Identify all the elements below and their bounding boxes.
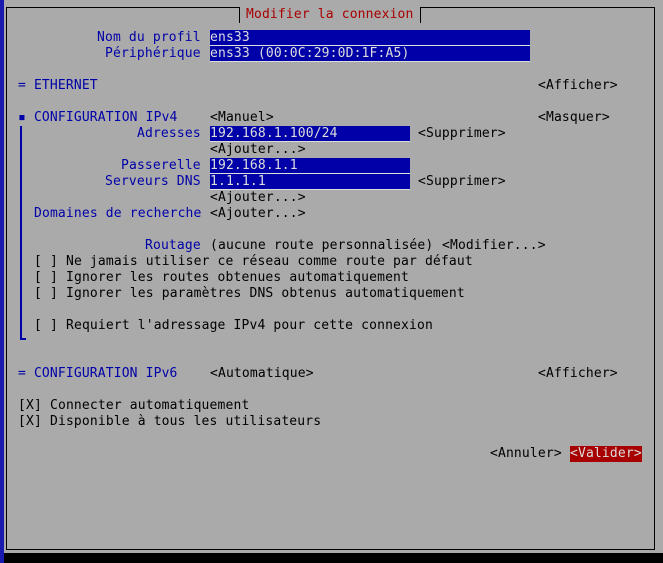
ignore-routes-checkbox[interactable]: [ ] — [34, 270, 58, 286]
address-input[interactable]: 192.168.1.100/24 — [210, 126, 410, 142]
dns-input[interactable]: 1.1.1.1 — [210, 174, 410, 190]
ipv4-hide-button[interactable]: <Masquer> — [538, 110, 610, 126]
device-label: Périphérique — [105, 46, 201, 61]
dns-add-button[interactable]: <Ajouter...> — [210, 190, 306, 206]
routing-value: (aucune route personnalisée) — [210, 238, 434, 253]
all-users-label: Disponible à tous les utilisateurs — [50, 414, 322, 429]
ok-button[interactable]: <Valider> — [570, 446, 642, 462]
routing-label: Routage — [145, 238, 201, 253]
gateway-label: Passerelle — [121, 158, 201, 173]
addresses-label: Adresses — [137, 126, 201, 141]
ethernet-section-label: = ETHERNET — [18, 78, 98, 93]
ipv6-mode-select[interactable]: <Automatique> — [210, 366, 314, 382]
ignore-dns-label: Ignorer les paramètres DNS obtenus autom… — [66, 286, 465, 301]
require-ipv4-checkbox[interactable]: [ ] — [34, 318, 58, 334]
ignore-routes-label: Ignorer les routes obtenues automatiquem… — [66, 270, 409, 285]
dns-remove-button[interactable]: <Supprimer> — [418, 174, 506, 190]
never-default-label: Ne jamais utiliser ce réseau comme route… — [66, 254, 473, 269]
device-input[interactable]: ens33 (00:0C:29:0D:1F:A5) — [210, 46, 530, 62]
ipv4-mode-select[interactable]: <Manuel> — [210, 110, 274, 126]
profile-name-input[interactable]: ens33 — [210, 30, 530, 46]
ethernet-show-button[interactable]: <Afficher> — [538, 78, 618, 94]
cancel-button[interactable]: <Annuler> — [490, 446, 562, 462]
profile-name-label: Nom du profil — [97, 30, 201, 45]
dialog-title: Modifier la connexion — [239, 7, 421, 23]
search-domains-add-button[interactable]: <Ajouter...> — [210, 206, 306, 222]
all-users-checkbox[interactable]: [X] — [18, 414, 42, 430]
autoconnect-label: Connecter automatiquement — [50, 398, 250, 413]
routing-edit-button[interactable]: <Modifier...> — [442, 238, 546, 254]
address-add-button[interactable]: <Ajouter...> — [210, 142, 306, 158]
left-edge — [0, 0, 4, 563]
ipv4-section-label: ▪ CONFIGURATION IPv4 — [18, 110, 178, 125]
dns-label: Serveurs DNS — [105, 174, 201, 189]
ipv4-section-bar — [20, 126, 22, 338]
ipv6-show-button[interactable]: <Afficher> — [538, 366, 618, 382]
ignore-dns-checkbox[interactable]: [ ] — [34, 286, 58, 302]
gateway-input[interactable]: 192.168.1.1 — [210, 158, 410, 174]
never-default-checkbox[interactable]: [ ] — [34, 254, 58, 270]
ipv4-section-bar-end — [20, 338, 26, 340]
require-ipv4-label: Requiert l'adressage IPv4 pour cette con… — [66, 318, 433, 333]
ipv6-section-label: = CONFIGURATION IPv6 — [18, 366, 178, 381]
address-remove-button[interactable]: <Supprimer> — [418, 126, 506, 142]
autoconnect-checkbox[interactable]: [X] — [18, 398, 42, 414]
search-domains-label: Domaines de recherche — [34, 206, 202, 221]
